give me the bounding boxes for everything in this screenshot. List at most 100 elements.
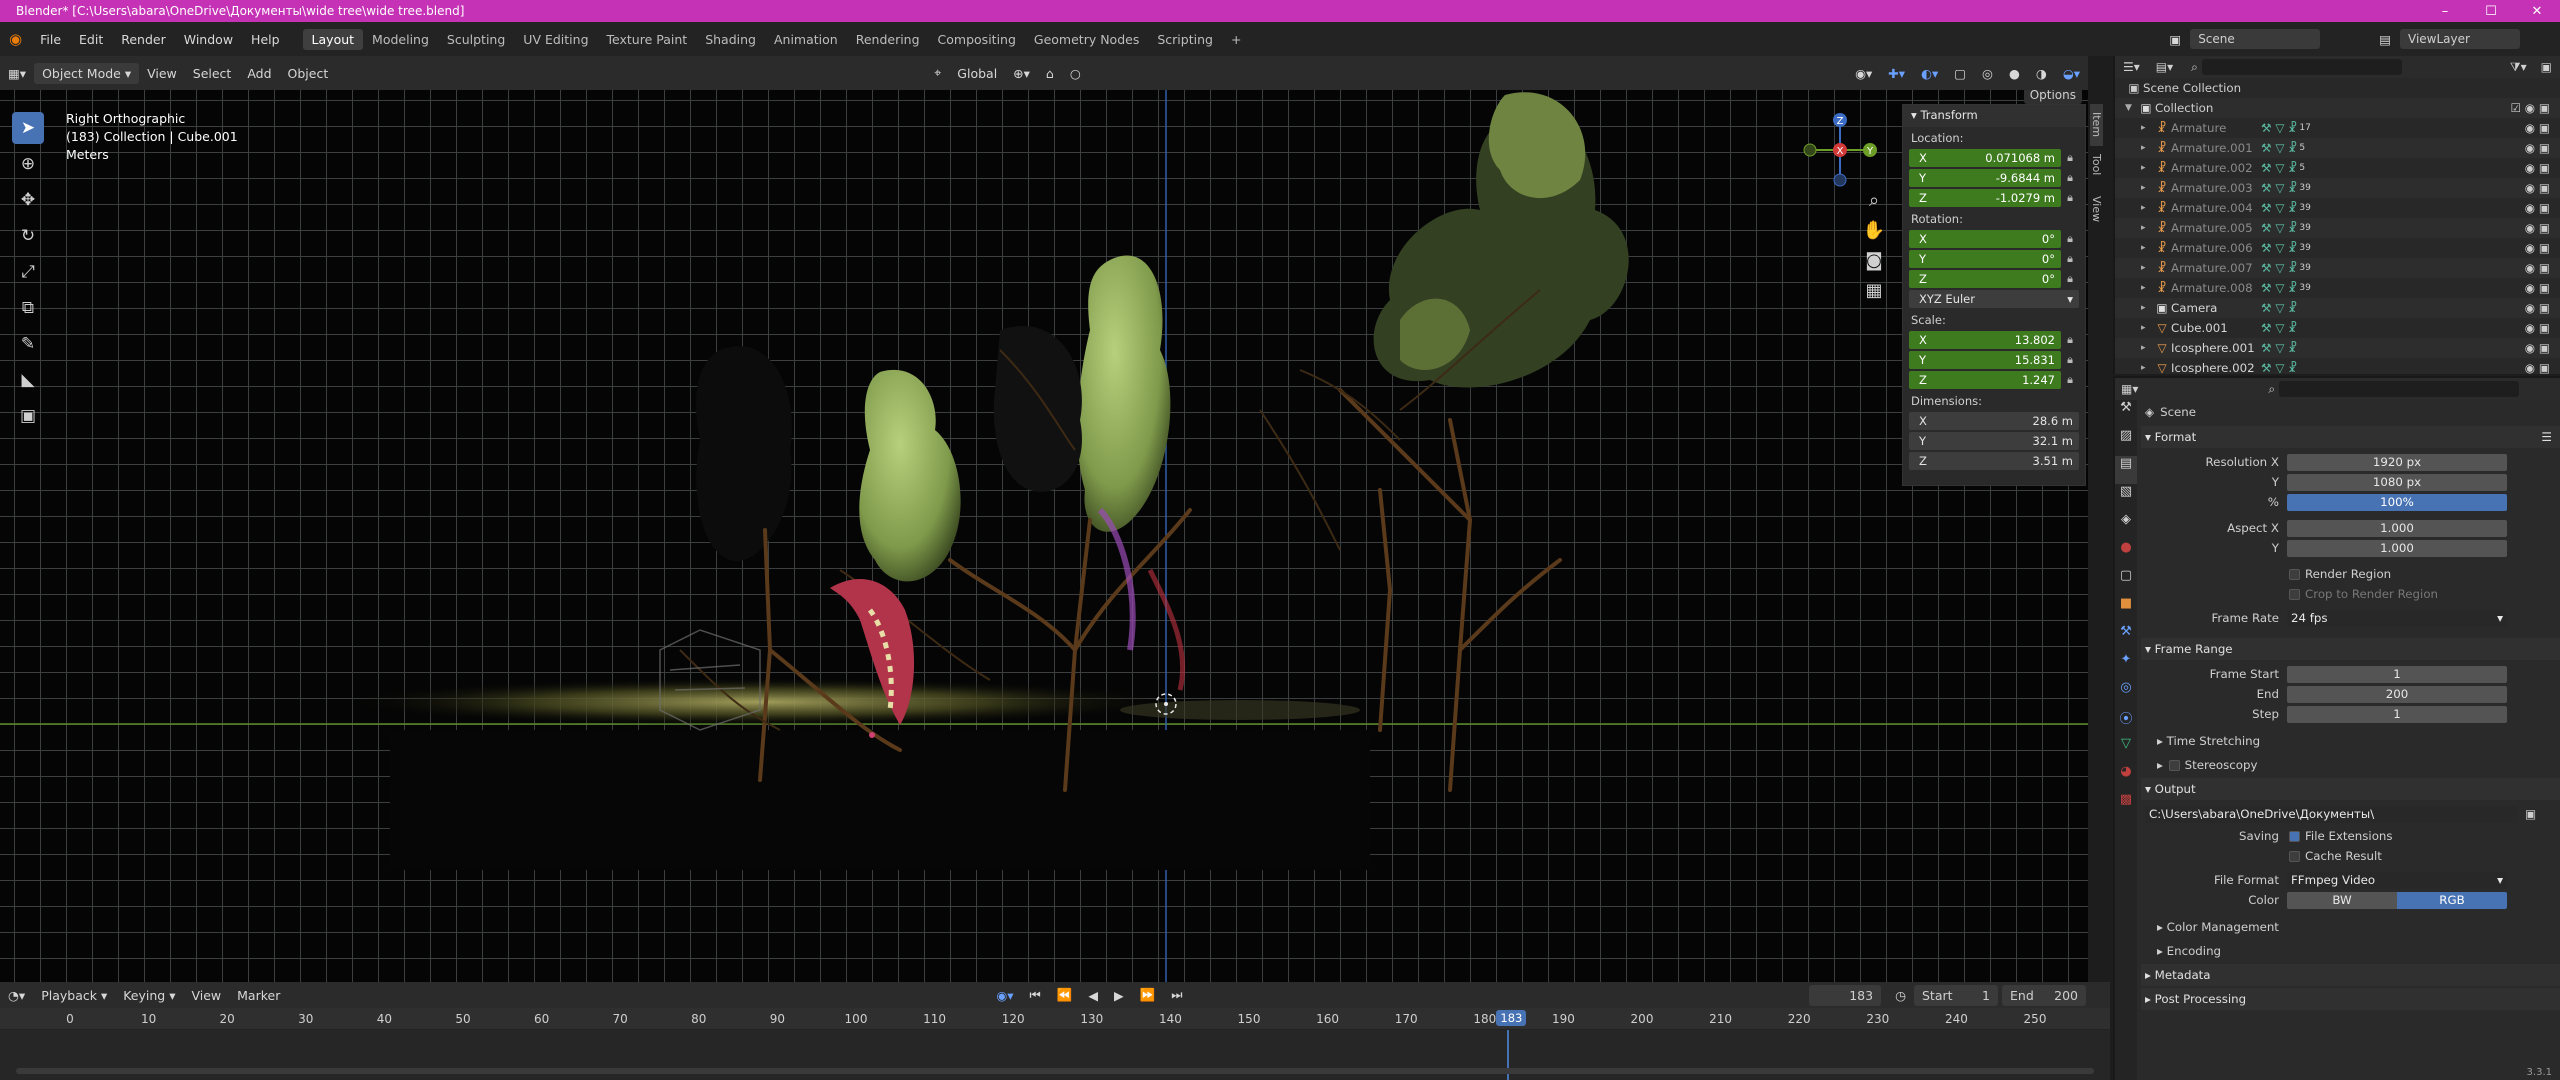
frame-rate-dropdown[interactable]: 24 fps ▾ [2287, 609, 2507, 627]
outliner-search-input[interactable] [2201, 59, 2402, 75]
menu-file[interactable]: File [31, 30, 70, 49]
transform-orientation-dropdown[interactable]: Global [949, 63, 1005, 84]
start-frame-field[interactable]: Start 1 [1914, 984, 1998, 1006]
outliner-item-row[interactable]: ▸ ☧ Armature.005 ⚒ ▽ ☧ 39 ◉ ▣ [2115, 218, 2560, 238]
aspect-x-field[interactable]: 1.000 [2287, 519, 2507, 537]
time-stretching-subpanel[interactable]: ▸ Time Stretching [2141, 730, 2560, 752]
current-frame-field[interactable]: 183 [1809, 984, 1882, 1006]
rotation-z-field[interactable]: Z 0° [1909, 269, 2061, 288]
transform-header[interactable]: ▾ Transform [1903, 105, 2085, 127]
record-icon[interactable]: ◉▾ [988, 985, 1021, 1006]
chevron-right-icon[interactable]: ▸ [2141, 123, 2153, 133]
visibility-icon[interactable]: ◉ ▣ [2525, 121, 2550, 135]
view-layer-tab-icon[interactable]: ▧ [2115, 484, 2137, 512]
play-reverse-icon[interactable]: ◀ [1080, 985, 1106, 1006]
playback-menu[interactable]: Playback ▾ [33, 985, 115, 1006]
xray-icon[interactable]: ▢ [1946, 63, 1974, 84]
tab-item[interactable]: Item [2090, 104, 2103, 146]
resolution-percent-field[interactable]: 100% [2287, 493, 2507, 511]
mode-dropdown[interactable]: Object Mode ▾ [34, 62, 140, 84]
tab-scripting[interactable]: Scripting [1148, 29, 1222, 50]
location-x-field[interactable]: X 0.071068 m [1909, 148, 2061, 167]
chevron-right-icon[interactable]: ▸ [2141, 343, 2153, 353]
file-extensions-checkbox[interactable] [2289, 830, 2300, 842]
gizmo-toggle-icon[interactable]: ✚▾ [1880, 63, 1913, 84]
rotation-x-field[interactable]: X 0° [1909, 229, 2061, 248]
lock-icon[interactable]: 🔒︎ [2061, 171, 2079, 185]
format-section-header[interactable]: ▾ Format ☰ [2141, 426, 2560, 448]
outliner-item-row[interactable]: ▸ ☧ Armature.007 ⚒ ▽ ☧ 39 ◉ ▣ [2115, 258, 2560, 278]
shading-solid-icon[interactable]: ● [2001, 63, 2028, 84]
shading-material-icon[interactable]: ◑ [2028, 63, 2055, 84]
ortho-toggle-icon[interactable]: ▦ [1862, 280, 1886, 310]
outliner-item-row[interactable]: ▸ ▽ Cube.001 ⚒ ▽ ☧ ◉ ▣ [2115, 318, 2560, 338]
new-collection-icon[interactable]: ▣ [2541, 60, 2552, 74]
jump-end-icon[interactable]: ⏭ [1163, 984, 1190, 1006]
lock-icon[interactable]: 🔒︎ [2061, 252, 2079, 266]
chevron-right-icon[interactable]: ▸ [2141, 323, 2153, 333]
visibility-icon[interactable]: ◉ ▣ [2525, 141, 2550, 155]
output-tab-icon[interactable]: ▤ [2115, 456, 2137, 484]
tab-tool[interactable]: Tool [2090, 146, 2103, 188]
scene-selector[interactable]: Scene [2190, 29, 2321, 49]
tab-uv-editing[interactable]: UV Editing [514, 29, 597, 50]
lock-icon[interactable]: 🔒︎ [2061, 191, 2079, 205]
outliner-item-row[interactable]: ▸ ☧ Armature.003 ⚒ ▽ ☧ 39 ◉ ▣ [2115, 178, 2560, 198]
proportional-edit-icon[interactable]: ○ [1062, 63, 1089, 84]
prev-keyframe-icon[interactable]: ⏪ [1049, 984, 1081, 1006]
menu-render[interactable]: Render [112, 30, 175, 49]
scene-tab-icon[interactable]: ◈ [2115, 512, 2137, 540]
stereoscopy-checkbox[interactable] [2168, 759, 2180, 771]
tab-layout[interactable]: Layout [302, 28, 364, 50]
pan-hand-icon[interactable]: ✋ [1862, 220, 1886, 250]
render-tab-icon[interactable]: ▨ [2115, 428, 2137, 456]
dimensions-x-field[interactable]: X 28.6 m [1909, 411, 2079, 430]
world-tab-icon[interactable]: ● [2115, 540, 2137, 568]
stereoscopy-subpanel[interactable]: ▸ Stereoscopy [2141, 754, 2560, 776]
tab-texture-paint[interactable]: Texture Paint [598, 29, 697, 50]
display-mode-icon[interactable]: ▤▾ [2156, 60, 2173, 74]
metadata-section-header[interactable]: ▸ Metadata [2141, 964, 2560, 986]
rotate-tool-icon[interactable]: ↻ [12, 220, 44, 252]
tab-rendering[interactable]: Rendering [847, 29, 929, 50]
jump-start-icon[interactable]: ⏮ [1022, 984, 1049, 1006]
resolution-x-field[interactable]: 1920 px [2287, 453, 2507, 471]
texture-tab-icon[interactable]: ▩ [2115, 792, 2137, 820]
add-menu[interactable]: Add [239, 63, 279, 84]
frame-step-field[interactable]: 1 [2287, 705, 2507, 723]
outliner-item-row[interactable]: ▸ ☧ Armature ⚒ ▽ ☧ 17 ◉ ▣ [2115, 118, 2560, 138]
file-format-dropdown[interactable]: FFmpeg Video ▾ [2287, 871, 2507, 889]
chevron-right-icon[interactable]: ▸ [2141, 283, 2153, 293]
chevron-right-icon[interactable]: ▸ [2141, 223, 2153, 233]
chevron-right-icon[interactable]: ▸ [2141, 163, 2153, 173]
color-management-subpanel[interactable]: ▸ Color Management [2141, 916, 2560, 938]
cache-result-checkbox[interactable] [2289, 850, 2300, 862]
lock-icon[interactable]: 🔒︎ [2061, 373, 2079, 387]
particles-tab-icon[interactable]: ✦ [2115, 652, 2137, 680]
lock-icon[interactable]: 🔒︎ [2061, 333, 2079, 347]
cursor-tool-icon[interactable]: ⊕ [12, 148, 44, 180]
tab-shading[interactable]: Shading [696, 29, 765, 50]
scale-tool-icon[interactable]: ⤢ [12, 256, 44, 288]
render-region-checkbox[interactable] [2289, 568, 2300, 580]
scale-z-field[interactable]: Z 1.247 [1909, 370, 2061, 389]
color-bw-button[interactable]: BW [2287, 891, 2397, 909]
outliner-item-row[interactable]: ▸ ☧ Armature.001 ⚒ ▽ ☧ 5 ◉ ▣ [2115, 138, 2560, 158]
tab-sculpting[interactable]: Sculpting [438, 29, 514, 50]
chevron-right-icon[interactable]: ▸ [2141, 243, 2153, 253]
frame-ruler[interactable]: 183 0 10 20 30 40 50 60 70 80 90 100 110 120 130 140 15… [0, 1008, 2110, 1030]
add-workspace-icon[interactable]: + [1222, 29, 1250, 50]
editor-type-icon[interactable]: ▦▾ [0, 63, 34, 84]
minimize-button[interactable]: – [2422, 4, 2468, 19]
annotate-tool-icon[interactable]: ✎ [12, 328, 44, 360]
rotation-mode-dropdown[interactable]: XYZ Euler ▾ [1909, 289, 2079, 308]
outliner-item-row[interactable]: ▸ ▣ Camera ⚒ ▽ ☧ ◉ ▣ [2115, 298, 2560, 318]
chevron-right-icon[interactable]: ▸ [2141, 143, 2153, 153]
pivot-icon[interactable]: ⊕▾ [1005, 63, 1038, 84]
navigation-gizmo[interactable]: Z Y X [1800, 110, 1880, 190]
visibility-icon[interactable]: ◉ ▣ [2525, 181, 2550, 195]
visibility-icon[interactable]: ◉ ▣ [2525, 221, 2550, 235]
viewlayer-selector[interactable]: ViewLayer [2400, 29, 2520, 49]
chevron-down-icon[interactable]: ▼ [2125, 103, 2137, 113]
playhead[interactable]: 183 [1496, 1010, 1527, 1026]
